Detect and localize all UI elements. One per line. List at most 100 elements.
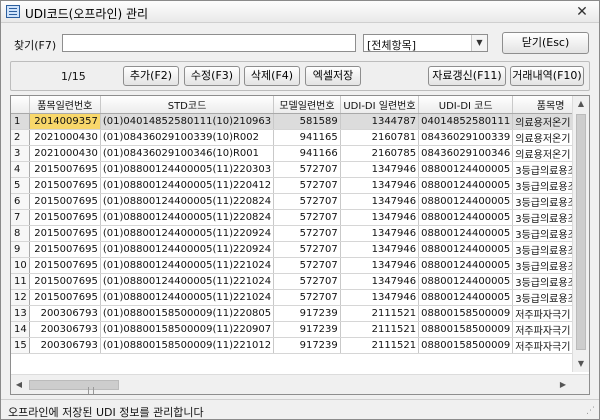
- table-cell[interactable]: 1347946: [340, 289, 420, 306]
- table-cell[interactable]: 08800124400005: [418, 161, 514, 178]
- table-cell[interactable]: 2021000430: [29, 129, 101, 146]
- table-cell[interactable]: 572707: [273, 161, 341, 178]
- vertical-scrollbar[interactable]: ▲ ▼: [572, 96, 589, 372]
- table-cell[interactable]: (01)08436029100339(10)R002: [100, 129, 275, 146]
- close-button[interactable]: 닫기(Esc): [502, 32, 589, 54]
- table-cell[interactable]: 08800124400005: [418, 209, 514, 226]
- table-row[interactable]: 13 200306793 (01)08800158500009(11)220805 9…: [11, 305, 589, 322]
- table-cell[interactable]: (01)08800124400005(11)220412: [100, 177, 275, 194]
- table-row[interactable]: 4 2015007695 (01)08800124400005(11)220303 5…: [11, 161, 589, 178]
- table-cell[interactable]: 08800124400005: [418, 177, 514, 194]
- table-row[interactable]: 15 200306793 (01)08800158500009(11)221012 9…: [11, 337, 589, 354]
- table-cell[interactable]: (01)08800158500009(11)220805: [100, 305, 275, 322]
- table-cell[interactable]: 572707: [273, 225, 341, 242]
- table-cell[interactable]: 1347946: [340, 209, 420, 226]
- table-cell[interactable]: (01)04014852580111(10)210963: [100, 113, 275, 130]
- table-cell[interactable]: 08800124400005: [418, 257, 514, 274]
- table-cell[interactable]: 1347946: [340, 193, 420, 210]
- table-cell[interactable]: 572707: [273, 273, 341, 290]
- table-row[interactable]: 7 2015007695 (01)08800124400005(11)220824 5…: [11, 209, 589, 226]
- table-cell[interactable]: 572707: [273, 289, 341, 306]
- table-cell[interactable]: 08800124400005: [418, 289, 514, 306]
- table-cell[interactable]: 08800124400005: [418, 273, 514, 290]
- table-cell[interactable]: (01)08800124400005(11)221024: [100, 273, 275, 290]
- table-cell[interactable]: 08800158500009: [418, 321, 514, 338]
- table-row[interactable]: 11 2015007695 (01)08800124400005(11)221024…: [11, 273, 589, 290]
- close-icon[interactable]: ✕: [573, 3, 591, 21]
- table-cell[interactable]: 917239: [273, 337, 341, 354]
- table-cell[interactable]: 2015007695: [29, 193, 101, 210]
- table-cell[interactable]: 581589: [273, 113, 341, 130]
- table-cell[interactable]: 2015007695: [29, 241, 101, 258]
- table-cell[interactable]: 08436029100346: [418, 145, 514, 162]
- table-cell[interactable]: 08800124400005: [418, 241, 514, 258]
- table-cell[interactable]: 2015007695: [29, 273, 101, 290]
- table-cell[interactable]: 2111521: [340, 321, 420, 338]
- table-row[interactable]: 8 2015007695 (01)08800124400005(11)220924 5…: [11, 225, 589, 242]
- table-row[interactable]: 9 2015007695 (01)08800124400005(11)220924 5…: [11, 241, 589, 258]
- excel-export-button[interactable]: 엑셀저장: [305, 66, 361, 86]
- column-header[interactable]: STD코드: [100, 96, 275, 114]
- table-cell[interactable]: (01)08800124400005(11)220924: [100, 225, 275, 242]
- refresh-data-button[interactable]: 자료갱신(F11): [428, 66, 506, 86]
- chevron-down-icon[interactable]: ▼: [471, 35, 487, 51]
- table-cell[interactable]: 1347946: [340, 257, 420, 274]
- table-cell[interactable]: 917239: [273, 305, 341, 322]
- table-cell[interactable]: 2015007695: [29, 177, 101, 194]
- search-input[interactable]: [62, 34, 356, 52]
- table-cell[interactable]: 1347946: [340, 273, 420, 290]
- table-cell[interactable]: (01)08800124400005(11)220303: [100, 161, 275, 178]
- table-row[interactable]: 2 2021000430 (01)08436029100339(10)R002 941…: [11, 129, 589, 146]
- table-cell[interactable]: 04014852580111: [418, 113, 514, 130]
- table-cell[interactable]: 2015007695: [29, 161, 101, 178]
- table-cell[interactable]: 941165: [273, 129, 341, 146]
- table-cell[interactable]: 2021000430: [29, 145, 101, 162]
- column-header[interactable]: UDI-DI 일련번호: [340, 96, 420, 114]
- table-cell[interactable]: 08800124400005: [418, 225, 514, 242]
- table-cell[interactable]: (01)08800124400005(11)221024: [100, 289, 275, 306]
- udi-data-grid[interactable]: 품목일련번호 STD코드 모델일련번호 UDI-DI 일련번호 UDI-DI 코…: [10, 95, 590, 395]
- table-cell[interactable]: 200306793: [29, 337, 101, 354]
- table-cell[interactable]: (01)08800124400005(11)220924: [100, 241, 275, 258]
- table-cell[interactable]: (01)08800124400005(11)220824: [100, 193, 275, 210]
- table-cell[interactable]: 572707: [273, 209, 341, 226]
- table-cell[interactable]: 200306793: [29, 305, 101, 322]
- table-cell[interactable]: 2014009357: [29, 113, 101, 130]
- column-header[interactable]: UDI-DI 코드: [418, 96, 514, 114]
- scroll-left-icon[interactable]: ◀: [11, 377, 27, 393]
- table-cell[interactable]: 1347946: [340, 161, 420, 178]
- scroll-right-icon[interactable]: ▶: [555, 377, 571, 393]
- table-cell[interactable]: 2160785: [340, 145, 420, 162]
- add-button[interactable]: 추가(F2): [123, 66, 179, 86]
- table-cell[interactable]: 08800124400005: [418, 193, 514, 210]
- table-cell[interactable]: 2111521: [340, 337, 420, 354]
- vertical-scroll-thumb[interactable]: [576, 114, 586, 350]
- table-cell[interactable]: (01)08800124400005(11)221024: [100, 257, 275, 274]
- table-cell[interactable]: (01)08800158500009(11)221012: [100, 337, 275, 354]
- table-cell[interactable]: 572707: [273, 241, 341, 258]
- edit-button[interactable]: 수정(F3): [184, 66, 240, 86]
- table-cell[interactable]: 2111521: [340, 305, 420, 322]
- table-row[interactable]: 3 2021000430 (01)08436029100346(10)R001 941…: [11, 145, 589, 162]
- table-cell[interactable]: 2015007695: [29, 289, 101, 306]
- table-cell[interactable]: 1347946: [340, 225, 420, 242]
- table-cell[interactable]: 08800158500009: [418, 305, 514, 322]
- table-cell[interactable]: 572707: [273, 177, 341, 194]
- table-cell[interactable]: 08800158500009: [418, 337, 514, 354]
- horizontal-scroll-thumb[interactable]: [29, 380, 119, 394]
- table-cell[interactable]: 572707: [273, 193, 341, 210]
- table-cell[interactable]: 08436029100339: [418, 129, 514, 146]
- table-cell[interactable]: 572707: [273, 257, 341, 274]
- table-row[interactable]: 12 2015007695 (01)08800124400005(11)221024…: [11, 289, 589, 306]
- scroll-down-icon[interactable]: ▼: [573, 356, 589, 372]
- table-row[interactable]: 6 2015007695 (01)08800124400005(11)220824 5…: [11, 193, 589, 210]
- column-header[interactable]: 모델일련번호: [273, 96, 341, 114]
- table-cell[interactable]: (01)08436029100346(10)R001: [100, 145, 275, 162]
- table-cell[interactable]: (01)08800158500009(11)220907: [100, 321, 275, 338]
- table-cell[interactable]: 200306793: [29, 321, 101, 338]
- table-cell[interactable]: 1344787: [340, 113, 420, 130]
- table-row[interactable]: 10 2015007695 (01)08800124400005(11)221024…: [11, 257, 589, 274]
- search-scope-select[interactable]: [전체항목] ▼: [363, 34, 488, 52]
- table-cell[interactable]: 2015007695: [29, 257, 101, 274]
- table-cell[interactable]: 1347946: [340, 177, 420, 194]
